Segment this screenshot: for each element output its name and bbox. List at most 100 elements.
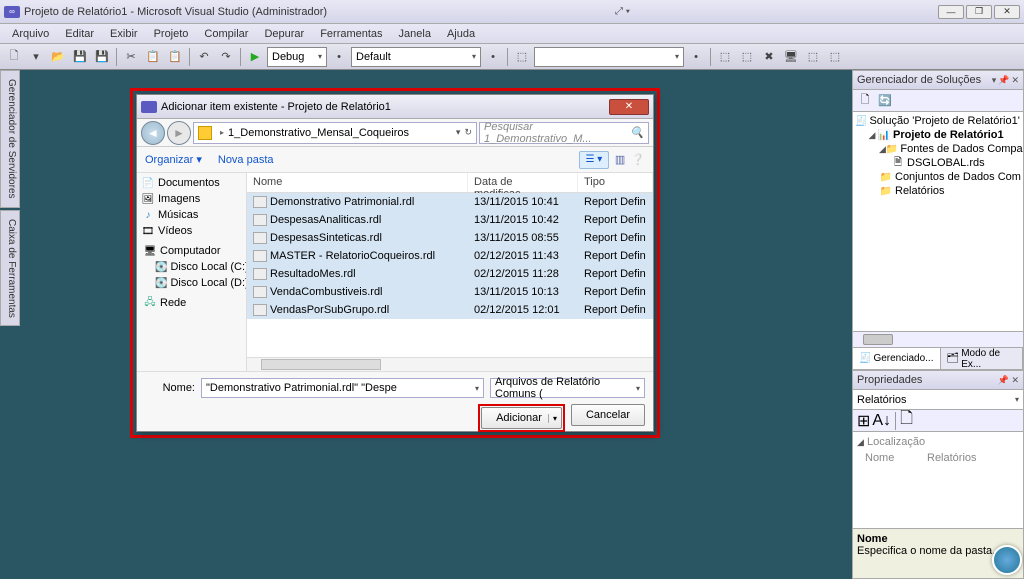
preview-pane-icon[interactable]: ▥ [615, 153, 625, 166]
refresh-icon[interactable]: ↻ [464, 127, 472, 138]
pin-icon[interactable]: 📌 [998, 375, 1009, 385]
file-scrollbar[interactable] [247, 357, 653, 371]
alpha-icon[interactable]: A↓ [872, 412, 891, 430]
menu-arquivo[interactable]: Arquivo [4, 26, 57, 42]
project-node[interactable]: Projeto de Relatório1 [893, 129, 1004, 141]
config-combo[interactable]: Debug▾ [267, 47, 327, 67]
file-type-filter[interactable]: Arquivos de Relatório Comuns (▾ [490, 378, 645, 398]
prop-pages-icon[interactable]: 🗋 [900, 407, 913, 434]
toolbar-misc-icon[interactable]: ✖ [759, 47, 779, 67]
add-button[interactable]: Adicionar▾ [481, 407, 562, 429]
undo-icon[interactable]: ↶ [194, 47, 214, 67]
menu-editar[interactable]: Editar [57, 26, 102, 42]
shared-datasources[interactable]: Fontes de Dados Compar [900, 143, 1024, 155]
search-icon[interactable]: 🔍 [630, 126, 644, 139]
cancel-button[interactable]: Cancelar [571, 404, 645, 426]
highlight-frame: Adicionar item existente - Projeto de Re… [130, 88, 660, 438]
file-row[interactable]: ResultadoMes.rdl02/12/2015 11:28Report D… [247, 265, 653, 283]
nav-documents[interactable]: Documentos [158, 177, 220, 189]
toolbar-misc-icon[interactable]: ⬚ [803, 47, 823, 67]
main-toolbar: 🗋 ▾ 📂 💾 💾 ✂ 📋 📋 ↶ ↷ ▶ Debug▾ • Default▾ … [0, 44, 1024, 70]
tree-scrollbar[interactable] [852, 332, 1024, 348]
nav-videos[interactable]: Vídeos [158, 225, 192, 237]
name-label: Nome: [145, 382, 195, 394]
properties-object-combo[interactable]: Relatórios▾ [852, 390, 1024, 410]
col-date[interactable]: Data de modificaç... [468, 173, 578, 192]
filename-input[interactable]: "Demonstrativo Patrimonial.rdl" "Despe▾ [201, 378, 484, 398]
new-folder-button[interactable]: Nova pasta [218, 154, 274, 166]
forward-button[interactable]: ► [167, 121, 191, 145]
menu-compilar[interactable]: Compilar [196, 26, 256, 42]
cut-icon[interactable]: ✂ [121, 47, 141, 67]
teamviewer-bubble-icon[interactable] [992, 545, 1022, 575]
file-row[interactable]: DespesasAnaliticas.rdl13/11/2015 10:42Re… [247, 211, 653, 229]
copy-icon[interactable]: 📋 [143, 47, 163, 67]
file-list[interactable]: Nome Data de modificaç... Tipo Demonstra… [247, 173, 653, 371]
solution-btn-icon[interactable]: 🗋 [857, 93, 873, 109]
tab-solution-explorer[interactable]: 🧾Gerenciado... [853, 348, 941, 369]
file-row[interactable]: VendaCombustiveis.rdl13/11/2015 10:13Rep… [247, 283, 653, 301]
toolbar-misc-icon[interactable]: 🖥 [781, 47, 801, 67]
nav-music[interactable]: Músicas [158, 209, 198, 221]
file-row[interactable]: Demonstrativo Patrimonial.rdl13/11/2015 … [247, 193, 653, 211]
navigation-tree[interactable]: 📄Documentos 🖼Imagens ♪Músicas 🎞Vídeos 🖥C… [137, 173, 247, 371]
file-row[interactable]: DespesasSinteticas.rdl13/11/2015 08:55Re… [247, 229, 653, 247]
solution-btn-icon[interactable]: 🔄 [877, 93, 893, 109]
organize-button[interactable]: Organizar ▾ [145, 153, 202, 166]
menu-projeto[interactable]: Projeto [146, 26, 197, 42]
expand-icon[interactable]: ⤢ ▾ [615, 6, 630, 17]
file-row[interactable]: VendasPorSubGrupo.rdl02/12/2015 12:01Rep… [247, 301, 653, 319]
server-explorer-tab[interactable]: Gerenciador de Servidores [0, 70, 20, 208]
nav-network[interactable]: Rede [160, 297, 186, 309]
new-project-icon[interactable]: 🗋 [4, 47, 24, 67]
file-row[interactable]: MASTER - RelatorioCoqueiros.rdl02/12/201… [247, 247, 653, 265]
properties-grid[interactable]: ◢ Localização NomeRelatórios [852, 432, 1024, 529]
find-combo[interactable]: ▾ [534, 47, 684, 67]
toolbar-misc-icon[interactable]: ⬚ [715, 47, 735, 67]
redo-icon[interactable]: ↷ [216, 47, 236, 67]
menu-ajuda[interactable]: Ajuda [439, 26, 483, 42]
solution-root[interactable]: Solução 'Projeto de Relatório1' (1 [869, 115, 1024, 127]
menu-ferramentas[interactable]: Ferramentas [312, 26, 390, 42]
close-button[interactable]: ✕ [994, 5, 1020, 19]
save-all-icon[interactable]: 💾 [92, 47, 112, 67]
menu-depurar[interactable]: Depurar [256, 26, 312, 42]
col-type[interactable]: Tipo [578, 173, 653, 192]
minimize-button[interactable]: — [938, 5, 964, 19]
new-dropdown-icon[interactable]: ▾ [26, 47, 46, 67]
breadcrumb-bar[interactable]: ▸ 1_Demonstrativo_Mensal_Coqueiros ▾ ↻ [193, 122, 477, 144]
toolbox-tab[interactable]: Caixa de Ferramentas [0, 210, 20, 327]
categorized-icon[interactable]: ⊞ [857, 411, 870, 431]
close-icon[interactable]: ✕ [1011, 375, 1019, 385]
search-input[interactable]: Pesquisar 1_Demonstrativo_M... 🔍 [479, 122, 649, 144]
help-icon[interactable]: ❔ [631, 153, 645, 166]
solution-tree[interactable]: 🧾Solução 'Projeto de Relatório1' (1 ◢📊Pr… [852, 112, 1024, 332]
shared-datasets[interactable]: Conjuntos de Dados Com [895, 171, 1021, 183]
tab-class-view[interactable]: 🗂Modo de Ex... [941, 348, 1024, 369]
play-icon[interactable]: ▶ [245, 47, 265, 67]
toolbar-icon[interactable]: ⬚ [512, 47, 532, 67]
pin-icon[interactable]: 📌 [998, 75, 1009, 86]
menu-exibir[interactable]: Exibir [102, 26, 146, 42]
toolbar-misc-icon[interactable]: ⬚ [825, 47, 845, 67]
close-icon[interactable]: ✕ [1011, 75, 1019, 86]
toolbar-misc-icon[interactable]: ⬚ [737, 47, 757, 67]
back-button[interactable]: ◄ [141, 121, 165, 145]
nav-computer[interactable]: Computador [160, 245, 221, 257]
chevron-down-icon[interactable]: ▾ [456, 127, 461, 138]
menu-janela[interactable]: Janela [391, 26, 439, 42]
nav-disk-d[interactable]: Disco Local (D:) [170, 277, 247, 289]
dsglobal-file[interactable]: DSGLOBAL.rds [907, 157, 985, 169]
save-icon[interactable]: 💾 [70, 47, 90, 67]
dropdown-icon[interactable]: ▾ [992, 75, 997, 86]
reports-folder[interactable]: Relatórios [895, 185, 945, 197]
open-icon[interactable]: 📂 [48, 47, 68, 67]
maximize-button[interactable]: ❐ [966, 5, 992, 19]
dialog-close-button[interactable]: ✕ [609, 99, 649, 115]
platform-combo[interactable]: Default▾ [351, 47, 481, 67]
nav-disk-c[interactable]: Disco Local (C:) [170, 261, 247, 273]
view-mode-button[interactable]: ☰ ▾ [579, 151, 609, 169]
col-name[interactable]: Nome [247, 173, 468, 192]
nav-images[interactable]: Imagens [158, 193, 200, 205]
paste-icon[interactable]: 📋 [165, 47, 185, 67]
